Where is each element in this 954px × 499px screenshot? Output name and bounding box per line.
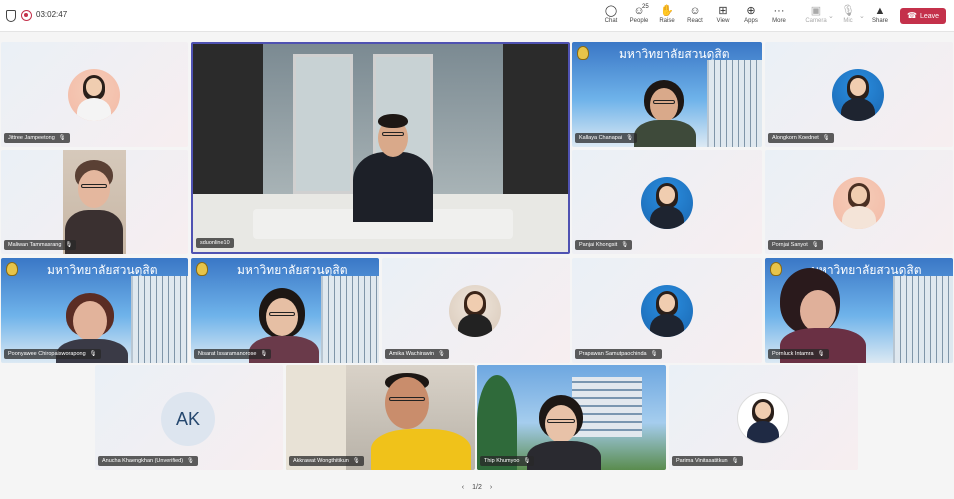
- participant-tile[interactable]: Parima Vinitasatitkun 🎙: [669, 365, 858, 470]
- gallery-pager: ‹ 1/2 ›: [0, 484, 954, 491]
- mic-muted-icon: 🎙: [811, 242, 819, 248]
- chat-button[interactable]: ◯ Chat: [597, 4, 625, 28]
- participant-tile[interactable]: Pornjai Sanyot 🎙: [765, 150, 953, 254]
- building-graphic: [707, 60, 762, 147]
- camera-off-icon: ▣: [810, 5, 822, 17]
- camera-options-chevron-icon[interactable]: ⌄: [828, 12, 834, 20]
- participant-name-label: Pornjai Sanyot 🎙: [768, 240, 823, 250]
- smile-icon: ☺: [689, 5, 701, 17]
- building-graphic: [131, 276, 188, 363]
- participant-name-label: Nisarat Issaramanorose 🎙: [194, 349, 272, 359]
- grid-icon: ⊞: [718, 5, 728, 17]
- participant-name-label: Amika Wachirawin 🎙: [385, 349, 450, 359]
- participant-video: [371, 373, 471, 470]
- active-speaker-tile[interactable]: sduonline10: [191, 42, 570, 254]
- people-count-badge: 25: [642, 4, 649, 10]
- leave-button[interactable]: ☎ Leave: [900, 8, 946, 24]
- share-button[interactable]: ▲ Share: [866, 4, 894, 28]
- participant-name-label: Jittree Jampeetong 🎙: [4, 133, 70, 143]
- mic-muted-icon: 🎙: [626, 135, 634, 141]
- participant-tile[interactable]: Thip Khumyoo 🎙: [477, 365, 666, 470]
- university-logo-icon: [196, 262, 208, 276]
- mic-muted-icon: 🎙: [650, 351, 658, 357]
- apps-icon: ⊕: [746, 5, 756, 17]
- participant-tile[interactable]: Prapawan Samutpaochinda 🎙: [572, 258, 762, 363]
- avatar-initials: AK: [161, 392, 215, 446]
- avatar: [832, 69, 884, 121]
- view-button[interactable]: ⊞ View: [709, 4, 737, 28]
- apps-button[interactable]: ⊕ Apps: [737, 4, 765, 28]
- chevron-left-icon[interactable]: ‹: [462, 484, 464, 491]
- mic-muted-icon: 🎙: [523, 458, 531, 464]
- participant-name-label: Alongkorn Koednet 🎙: [768, 133, 834, 143]
- page-indicator: 1/2: [472, 484, 482, 491]
- mic-muted-icon: 🎙: [89, 351, 97, 357]
- mic-muted-icon: 🎙: [817, 351, 825, 357]
- avatar: [737, 392, 789, 444]
- share-icon: ▲: [874, 5, 886, 17]
- mic-muted-icon: 🎙: [58, 135, 66, 141]
- participant-name-label: Maliwan Tammasrang 🎙: [4, 240, 77, 250]
- meeting-toolbar: 03:02:47 ◯ Chat ☺ 25 People ✋ Raise ☺ Re…: [0, 0, 954, 32]
- mic-muted-icon: 🎙: [187, 458, 195, 464]
- participant-tile[interactable]: Jittree Jampeetong 🎙: [1, 42, 188, 147]
- mic-muted-icon: 🎙: [260, 351, 268, 357]
- camera-button[interactable]: ▣ Camera: [802, 4, 830, 28]
- building-graphic: [321, 276, 379, 363]
- participant-name-label: Parima Vinitasatitkun 🎙: [672, 456, 743, 466]
- participant-tile[interactable]: Maliwan Tammasrang 🎙: [1, 150, 188, 254]
- mic-off-icon: 🎙: [841, 5, 855, 17]
- mic-button[interactable]: 🎙 Mic: [834, 4, 862, 28]
- university-logo-icon: [577, 46, 589, 60]
- meeting-timer: 03:02:47: [36, 10, 68, 19]
- building-graphic: [893, 276, 953, 363]
- mic-options-chevron-icon[interactable]: ⌄: [859, 12, 865, 20]
- participant-video: [63, 150, 126, 254]
- participant-tile[interactable]: Panjai Khongsit 🎙: [572, 150, 762, 254]
- participant-name-label: Akkrawat Wongthitikun 🎙: [289, 456, 364, 466]
- record-icon: [21, 10, 32, 21]
- chevron-right-icon[interactable]: ›: [490, 484, 492, 491]
- participant-name-label: Thip Khumyoo 🎙: [480, 456, 535, 466]
- raise-hand-button[interactable]: ✋ Raise: [653, 4, 681, 28]
- mic-muted-icon: 🎙: [822, 135, 830, 141]
- hand-icon: ✋: [660, 5, 674, 17]
- mic-muted-icon: 🎙: [65, 242, 73, 248]
- avatar: [833, 177, 885, 229]
- participant-tile[interactable]: Akkrawat Wongthitikun 🎙: [286, 365, 475, 470]
- participant-name-label: Pornluck Intamra 🎙: [768, 349, 829, 359]
- mic-muted-icon: 🎙: [352, 458, 360, 464]
- avatar: [641, 177, 693, 229]
- university-logo-icon: [6, 262, 18, 276]
- participant-name-label: sduonline10: [196, 238, 234, 248]
- more-button[interactable]: ··· More: [765, 4, 793, 28]
- participant-name-label: Anucha Khaengkhan (Unverified) 🎙: [98, 456, 199, 466]
- avatar: [68, 69, 120, 121]
- participant-name-label: Panjai Khongsit 🎙: [575, 240, 633, 250]
- participant-tile[interactable]: Amika Wachirawin 🎙: [382, 258, 570, 363]
- more-icon: ···: [773, 5, 785, 17]
- mic-muted-icon: 🎙: [731, 458, 739, 464]
- avatar: [641, 285, 693, 337]
- mic-muted-icon: 🎙: [621, 242, 629, 248]
- shield-icon[interactable]: [6, 10, 16, 22]
- phone-icon: ☎: [907, 11, 917, 20]
- participant-tile[interactable]: มหาวิทยาลัยสวนดุสิต Nisarat Issaramanoro…: [191, 258, 379, 363]
- participant-name-label: Kallaya Chanapai 🎙: [575, 133, 638, 143]
- participant-name-label: Poonyawee Chiropaisworapong 🎙: [4, 349, 101, 359]
- mic-muted-icon: 🎙: [438, 351, 446, 357]
- people-button[interactable]: ☺ 25 People: [625, 4, 653, 28]
- react-button[interactable]: ☺ React: [681, 4, 709, 28]
- avatar: [449, 285, 501, 337]
- participant-tile[interactable]: มหาวิทยาลัยสวนดุสิต Kallaya Chanapai 🎙: [572, 42, 762, 147]
- participant-video: [632, 80, 702, 147]
- chat-icon: ◯: [604, 5, 618, 17]
- participant-video: [527, 395, 607, 470]
- participant-name-label: Prapawan Samutpaochinda 🎙: [575, 349, 662, 359]
- participant-tile[interactable]: มหาวิทยาลัยสวนดุสิต Poonyawee Chiropaisw…: [1, 258, 188, 363]
- participant-tile[interactable]: Alongkorn Koednet 🎙: [765, 42, 953, 147]
- participant-tile[interactable]: มหาวิทยาลัยสวนดุสิต Pornluck Intamra 🎙: [765, 258, 953, 363]
- speaker-video: [353, 114, 433, 222]
